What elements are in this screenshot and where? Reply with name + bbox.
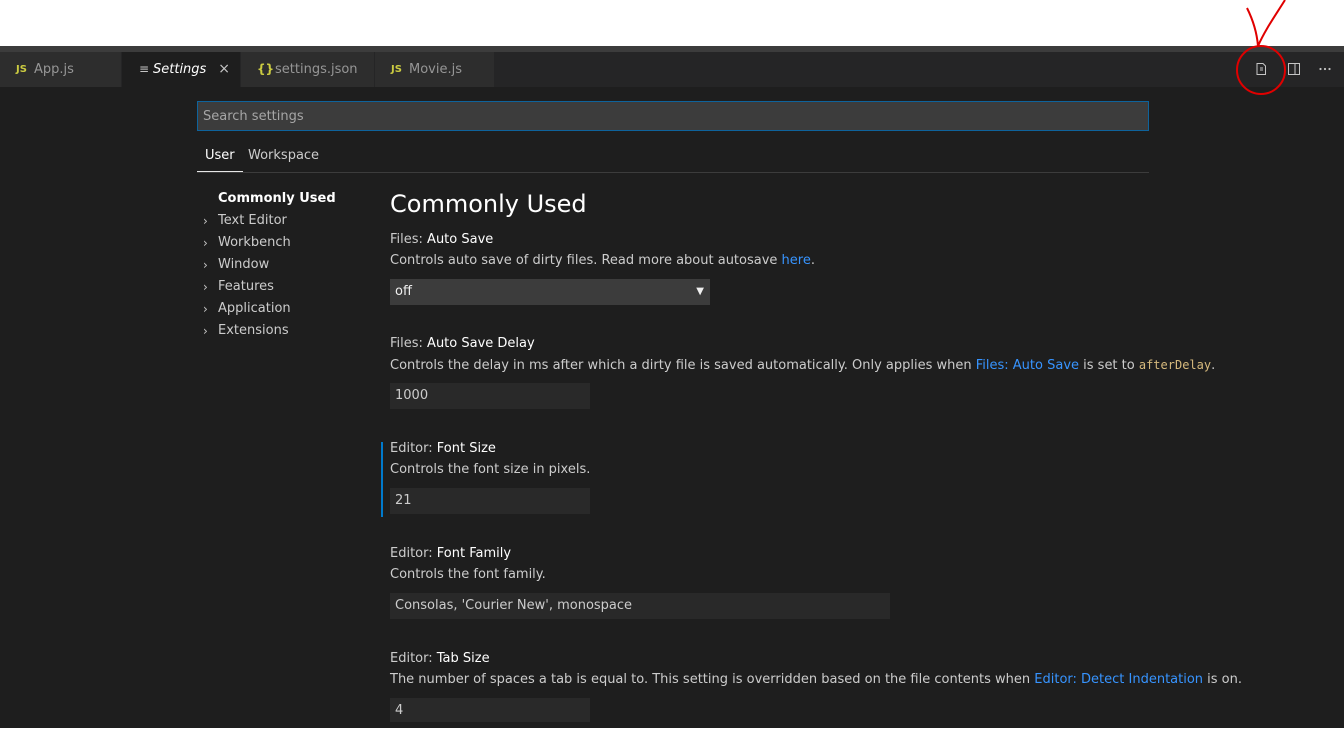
setting-title: Editor: Font Family [390, 544, 1180, 564]
tab-label: settings.json [275, 62, 358, 77]
setting-description: Controls auto save of dirty files. Read … [390, 251, 1180, 271]
setting-category: Editor: [390, 651, 437, 666]
split-editor-button[interactable] [1283, 52, 1305, 87]
open-settings-json-button[interactable] [1250, 52, 1272, 87]
toc-label: Commonly Used [218, 191, 336, 206]
setting-description: Controls the font family. [390, 567, 546, 582]
setting-name: Auto Save Delay [427, 336, 535, 351]
section-title: Commonly Used [390, 190, 587, 218]
toc-text-editor[interactable]: › Text Editor [200, 210, 370, 232]
setting-description: The number of spaces a tab is equal to. … [390, 670, 1242, 690]
chevron-right-icon: › [203, 214, 208, 228]
ellipsis-icon [1319, 67, 1331, 71]
setting-category: Files: [390, 232, 428, 247]
setting-editor-tab-size: Editor: Tab Size The number of spaces a … [390, 649, 1242, 722]
tab-user[interactable]: User [197, 146, 243, 172]
focused-setting-indicator [381, 442, 383, 517]
toc-label: Features [218, 279, 274, 294]
tab-settings-json[interactable]: {} settings.json [241, 52, 374, 87]
chevron-right-icon: › [203, 324, 208, 338]
chevron-right-icon: › [203, 302, 208, 316]
select-value: off [395, 284, 412, 299]
toc-label: Text Editor [218, 213, 287, 228]
setting-description: Controls the delay in ms after which a d… [390, 355, 1215, 375]
auto-save-select[interactable]: off ▼ [390, 279, 710, 305]
scope-tabs: User Workspace [197, 146, 1149, 173]
settings-editor-icon: ≡ [139, 62, 150, 76]
tab-workspace[interactable]: Workspace [248, 146, 319, 171]
tab-label: Movie.js [409, 62, 462, 77]
autosave-docs-link[interactable]: here [782, 253, 811, 268]
toc-label: Workbench [218, 235, 291, 250]
tab-size-input[interactable]: 4 [390, 698, 590, 722]
toc-workbench[interactable]: › Workbench [200, 232, 370, 254]
chevron-right-icon: › [203, 236, 208, 250]
setting-title: Editor: Font Size [390, 439, 1180, 459]
toc-window[interactable]: › Window [200, 254, 370, 276]
tab-label: Settings [153, 62, 207, 77]
font-size-input[interactable]: 21 [390, 488, 590, 514]
search-settings-input[interactable] [197, 101, 1149, 131]
description-text: . [1211, 358, 1216, 373]
tab-app-js[interactable]: JS App.js [0, 52, 121, 87]
description-text: The number of spaces a tab is equal to. … [390, 672, 1035, 687]
setting-files-auto-save-delay: Files: Auto Save Delay Controls the dela… [390, 334, 1215, 409]
tab-settings[interactable]: ≡ Settings × [122, 52, 240, 87]
editor-tab-bar: JS App.js ≡ Settings × {} settings.json … [0, 52, 1344, 87]
settings-toc: Commonly Used › Text Editor › Workbench › W… [200, 188, 370, 342]
setting-category: Files: [390, 336, 428, 351]
open-file-icon [1256, 63, 1266, 75]
toc-commonly-used[interactable]: Commonly Used [200, 188, 370, 210]
toc-extensions[interactable]: › Extensions [200, 320, 370, 342]
setting-title: Files: Auto Save Delay [390, 334, 1180, 354]
setting-description: Controls the font size in pixels. [390, 462, 591, 477]
description-text: Controls the delay in ms after which a d… [390, 358, 976, 373]
setting-editor-font-family: Editor: Font Family Controls the font fa… [390, 544, 1180, 619]
top-margin [0, 0, 1344, 46]
setting-name: Font Size [436, 441, 496, 456]
detect-indentation-link[interactable]: Editor: Detect Indentation [1034, 672, 1203, 687]
tab-label: App.js [34, 62, 74, 77]
auto-save-delay-input[interactable]: 1000 [390, 383, 590, 409]
toc-features[interactable]: › Features [200, 276, 370, 298]
font-family-input[interactable]: Consolas, 'Courier New', monospace [390, 593, 890, 619]
toc-label: Window [218, 257, 270, 272]
setting-name: Font Family [436, 546, 512, 561]
code-value: afterDelay [1138, 358, 1212, 372]
toc-label: Extensions [218, 323, 289, 338]
setting-files-auto-save: Files: Auto Save Controls auto save of d… [390, 230, 1180, 305]
setting-category: Editor: [390, 441, 437, 456]
tab-movie-js[interactable]: JS Movie.js [375, 52, 494, 87]
setting-editor-font-size: Editor: Font Size Controls the font size… [390, 439, 1180, 514]
description-text: Controls auto save of dirty files. Read … [390, 253, 782, 268]
files-auto-save-link[interactable]: Files: Auto Save [976, 358, 1079, 373]
setting-name: Auto Save [427, 232, 494, 247]
description-text: . [810, 253, 815, 268]
more-actions-button[interactable] [1314, 52, 1336, 87]
description-text: is on. [1203, 672, 1243, 687]
toc-application[interactable]: › Application [200, 298, 370, 320]
setting-title: Files: Auto Save [390, 230, 1180, 250]
setting-category: Editor: [390, 546, 437, 561]
setting-title: Editor: Tab Size [390, 649, 1180, 669]
description-text: is set to [1079, 358, 1139, 373]
split-editor-icon [1288, 63, 1300, 75]
editor-actions [1250, 52, 1340, 87]
chevron-right-icon: › [203, 280, 208, 294]
json-file-icon: {} [257, 62, 275, 76]
javascript-file-icon: JS [391, 64, 402, 75]
dropdown-arrow-icon: ▼ [696, 286, 704, 297]
setting-name: Tab Size [436, 651, 490, 666]
chevron-right-icon: › [203, 258, 208, 272]
toc-label: Application [218, 301, 291, 316]
javascript-file-icon: JS [16, 64, 27, 75]
close-icon[interactable]: × [218, 52, 230, 87]
